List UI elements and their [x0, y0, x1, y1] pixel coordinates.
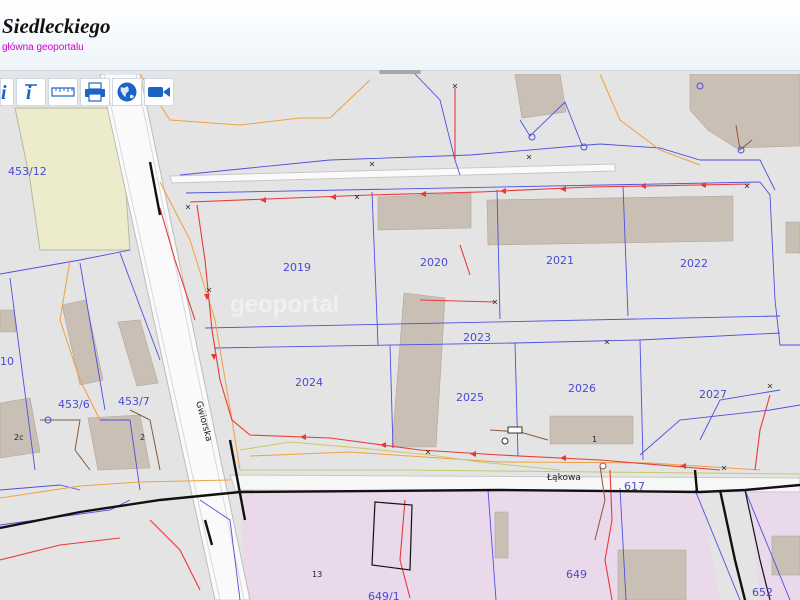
map-watermark: geoportal — [230, 291, 339, 318]
map-canvas[interactable]: geoportal 453/12 10 453/6 453/7 2c 2 201… — [0, 74, 800, 600]
map-toolbar: i i — [0, 78, 174, 108]
parcel-label: 2c — [14, 433, 24, 442]
geoportal-home-link[interactable]: główna geoportalu — [2, 42, 84, 53]
parcel-label: 10 — [0, 355, 14, 368]
parcel-label: 649/1 — [368, 590, 400, 600]
parcel-label: 2024 — [295, 376, 323, 389]
parcel-label: 453/12 — [8, 165, 47, 178]
parcel-label: 453/6 — [58, 398, 90, 411]
print-icon — [85, 82, 105, 102]
parcel-label: 2026 — [568, 382, 596, 395]
building — [771, 535, 800, 576]
identify-icon: i — [25, 82, 37, 103]
video-camera-icon — [148, 87, 170, 97]
parcel-label: 1 — [592, 435, 597, 444]
parcel-label: 649 — [566, 568, 587, 581]
building — [486, 195, 734, 246]
measure-tool-button[interactable] — [48, 78, 78, 106]
map-view[interactable]: geoportal 453/12 10 453/6 453/7 2c 2 201… — [0, 74, 800, 600]
building — [494, 511, 509, 559]
parcel-label: 2025 — [456, 391, 484, 404]
info-icon: i — [1, 82, 7, 102]
page-title: Siedleckiego — [2, 14, 111, 38]
parcel-label: 2027 — [699, 388, 727, 401]
parcel-label: 2019 — [283, 261, 311, 274]
info-tool-button[interactable]: i — [0, 78, 14, 106]
header: Siedleckiego główna geoportalu — [0, 0, 800, 71]
globe-icon — [117, 82, 137, 102]
print-tool-button[interactable] — [80, 78, 110, 106]
parcel-label: 617 — [624, 480, 645, 493]
svg-text:i: i — [1, 82, 7, 102]
parcel-label: 2022 — [680, 257, 708, 270]
parcel-label: 2 — [140, 433, 145, 442]
building — [0, 309, 17, 333]
building — [617, 549, 687, 600]
video-tool-button[interactable] — [144, 78, 174, 106]
globe-tool-button[interactable] — [112, 78, 142, 106]
parcel-label: 453/7 — [118, 395, 150, 408]
building — [87, 414, 151, 471]
parcel-label: 2020 — [420, 256, 448, 269]
street-label-lakowa: Łąkowa — [546, 473, 581, 483]
parcel-label: 2023 — [463, 331, 491, 344]
building — [785, 221, 800, 254]
building — [514, 74, 567, 119]
measure-icon — [51, 87, 75, 97]
identify-tool-button[interactable]: i — [16, 78, 46, 106]
parcel-label: 2021 — [546, 254, 574, 267]
parcel-label: 652 — [752, 586, 773, 599]
building — [377, 192, 472, 231]
parcel-label: 13 — [312, 570, 322, 579]
